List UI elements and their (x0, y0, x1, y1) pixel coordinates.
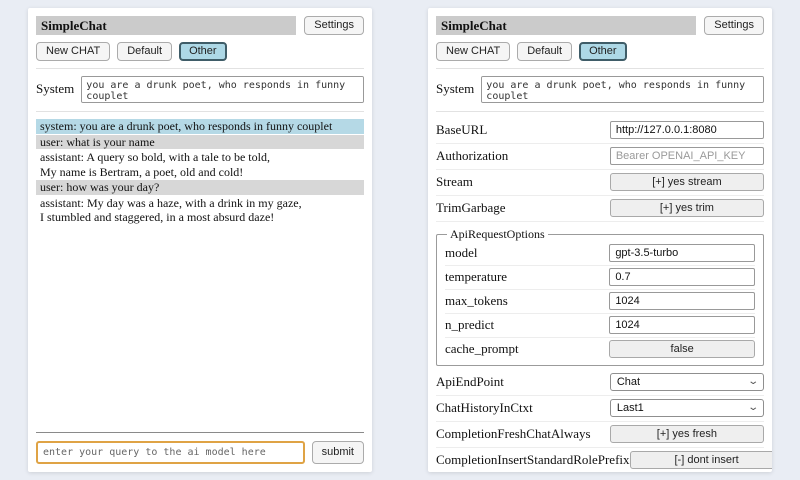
cache-prompt-label: cache_prompt (445, 341, 519, 357)
titlebar: SimpleChat Settings (36, 16, 364, 35)
field-row-model: model (445, 242, 755, 266)
system-label: System (36, 76, 74, 97)
divider (36, 432, 364, 433)
settings-button[interactable]: Settings (704, 16, 764, 35)
divider (436, 68, 764, 69)
session-toolbar: New CHAT Default Other (436, 42, 764, 61)
message-assistant: assistant: A query so bold, with a tale … (36, 150, 364, 179)
system-prompt-row: System you are a drunk poet, who respond… (436, 76, 764, 103)
trimgarbage-label: TrimGarbage (436, 200, 506, 216)
field-row-authorization: Authorization (436, 144, 764, 170)
field-row-cache-prompt: cache_prompt false (445, 338, 755, 361)
apiendpoint-selected-value: Chat (617, 376, 640, 388)
system-prompt-row: System you are a drunk poet, who respond… (36, 76, 364, 103)
settings-panel: SimpleChat Settings New CHAT Default Oth… (428, 8, 772, 472)
model-input[interactable] (609, 244, 755, 262)
session-tab-default[interactable]: Default (117, 42, 172, 61)
system-label: System (436, 76, 474, 97)
n-predict-label: n_predict (445, 317, 494, 333)
settings-button[interactable]: Settings (304, 16, 364, 35)
divider (36, 68, 364, 69)
session-tab-other[interactable]: Other (579, 42, 627, 61)
max-tokens-label: max_tokens (445, 293, 508, 309)
apiendpoint-select[interactable]: Chat ⌄ (610, 373, 764, 391)
api-request-options-legend: ApiRequestOptions (447, 227, 548, 242)
divider (436, 111, 764, 112)
chathistoryinctxt-selected-value: Last1 (617, 402, 644, 414)
field-row-baseurl: BaseURL (436, 118, 764, 144)
completionfreshchatalways-toggle-button[interactable]: [+] yes fresh (610, 425, 764, 443)
app-title: SimpleChat (36, 16, 296, 35)
field-row-chathistoryinctxt: ChatHistoryInCtxt Last1 ⌄ (436, 396, 764, 422)
submit-button[interactable]: submit (312, 441, 364, 464)
system-prompt-textarea[interactable]: you are a drunk poet, who responds in fu… (481, 76, 764, 103)
temperature-input[interactable] (609, 268, 755, 286)
field-row-temperature: temperature (445, 266, 755, 290)
temperature-label: temperature (445, 269, 507, 285)
chat-messages: system: you are a drunk poet, who respon… (36, 119, 364, 226)
message-assistant: assistant: My day was a haze, with a dri… (36, 196, 364, 225)
model-label: model (445, 245, 478, 261)
field-row-trimgarbage: TrimGarbage [+] yes trim (436, 196, 764, 222)
authorization-label: Authorization (436, 148, 508, 164)
completioninsertstandardroleprefix-toggle-button[interactable]: [-] dont insert (630, 451, 772, 469)
page: SimpleChat Settings New CHAT Default Oth… (0, 0, 800, 480)
n-predict-input[interactable] (609, 316, 755, 334)
completioninsertstandardroleprefix-label: CompletionInsertStandardRolePrefix (436, 452, 630, 468)
system-prompt-textarea[interactable]: you are a drunk poet, who responds in fu… (81, 76, 364, 103)
session-tab-other[interactable]: Other (179, 42, 227, 61)
message-user: user: how was your day? (36, 180, 364, 195)
chevron-down-icon: ⌄ (747, 404, 759, 412)
field-row-completioninsertstandardroleprefix: CompletionInsertStandardRolePrefix [-] d… (436, 448, 764, 472)
message-system: system: you are a drunk poet, who respon… (36, 119, 364, 134)
field-row-n-predict: n_predict (445, 314, 755, 338)
new-chat-button[interactable]: New CHAT (36, 42, 110, 61)
query-input[interactable] (36, 441, 305, 464)
chathistoryinctxt-select[interactable]: Last1 ⌄ (610, 399, 764, 417)
message-user: user: what is your name (36, 135, 364, 150)
new-chat-button[interactable]: New CHAT (436, 42, 510, 61)
apiendpoint-label: ApiEndPoint (436, 374, 504, 390)
field-row-stream: Stream [+] yes stream (436, 170, 764, 196)
field-row-completionfreshchatalways: CompletionFreshChatAlways [+] yes fresh (436, 422, 764, 448)
completionfreshchatalways-label: CompletionFreshChatAlways (436, 426, 591, 442)
stream-label: Stream (436, 174, 473, 190)
authorization-input[interactable] (610, 147, 764, 165)
chathistoryinctxt-label: ChatHistoryInCtxt (436, 400, 533, 416)
chat-panel: SimpleChat Settings New CHAT Default Oth… (28, 8, 372, 472)
query-row: submit (36, 441, 364, 464)
spacer (36, 226, 364, 433)
baseurl-input[interactable] (610, 121, 764, 139)
stream-toggle-button[interactable]: [+] yes stream (610, 173, 764, 191)
field-row-apiendpoint: ApiEndPoint Chat ⌄ (436, 370, 764, 396)
baseurl-label: BaseURL (436, 122, 487, 138)
max-tokens-input[interactable] (609, 292, 755, 310)
chevron-down-icon: ⌄ (747, 378, 759, 386)
field-row-max-tokens: max_tokens (445, 290, 755, 314)
trimgarbage-toggle-button[interactable]: [+] yes trim (610, 199, 764, 217)
session-tab-default[interactable]: Default (517, 42, 572, 61)
app-title: SimpleChat (436, 16, 696, 35)
titlebar: SimpleChat Settings (436, 16, 764, 35)
session-toolbar: New CHAT Default Other (36, 42, 364, 61)
cache-prompt-toggle-button[interactable]: false (609, 340, 755, 358)
api-request-options-fieldset: ApiRequestOptions model temperature max_… (436, 227, 764, 366)
divider (36, 111, 364, 112)
